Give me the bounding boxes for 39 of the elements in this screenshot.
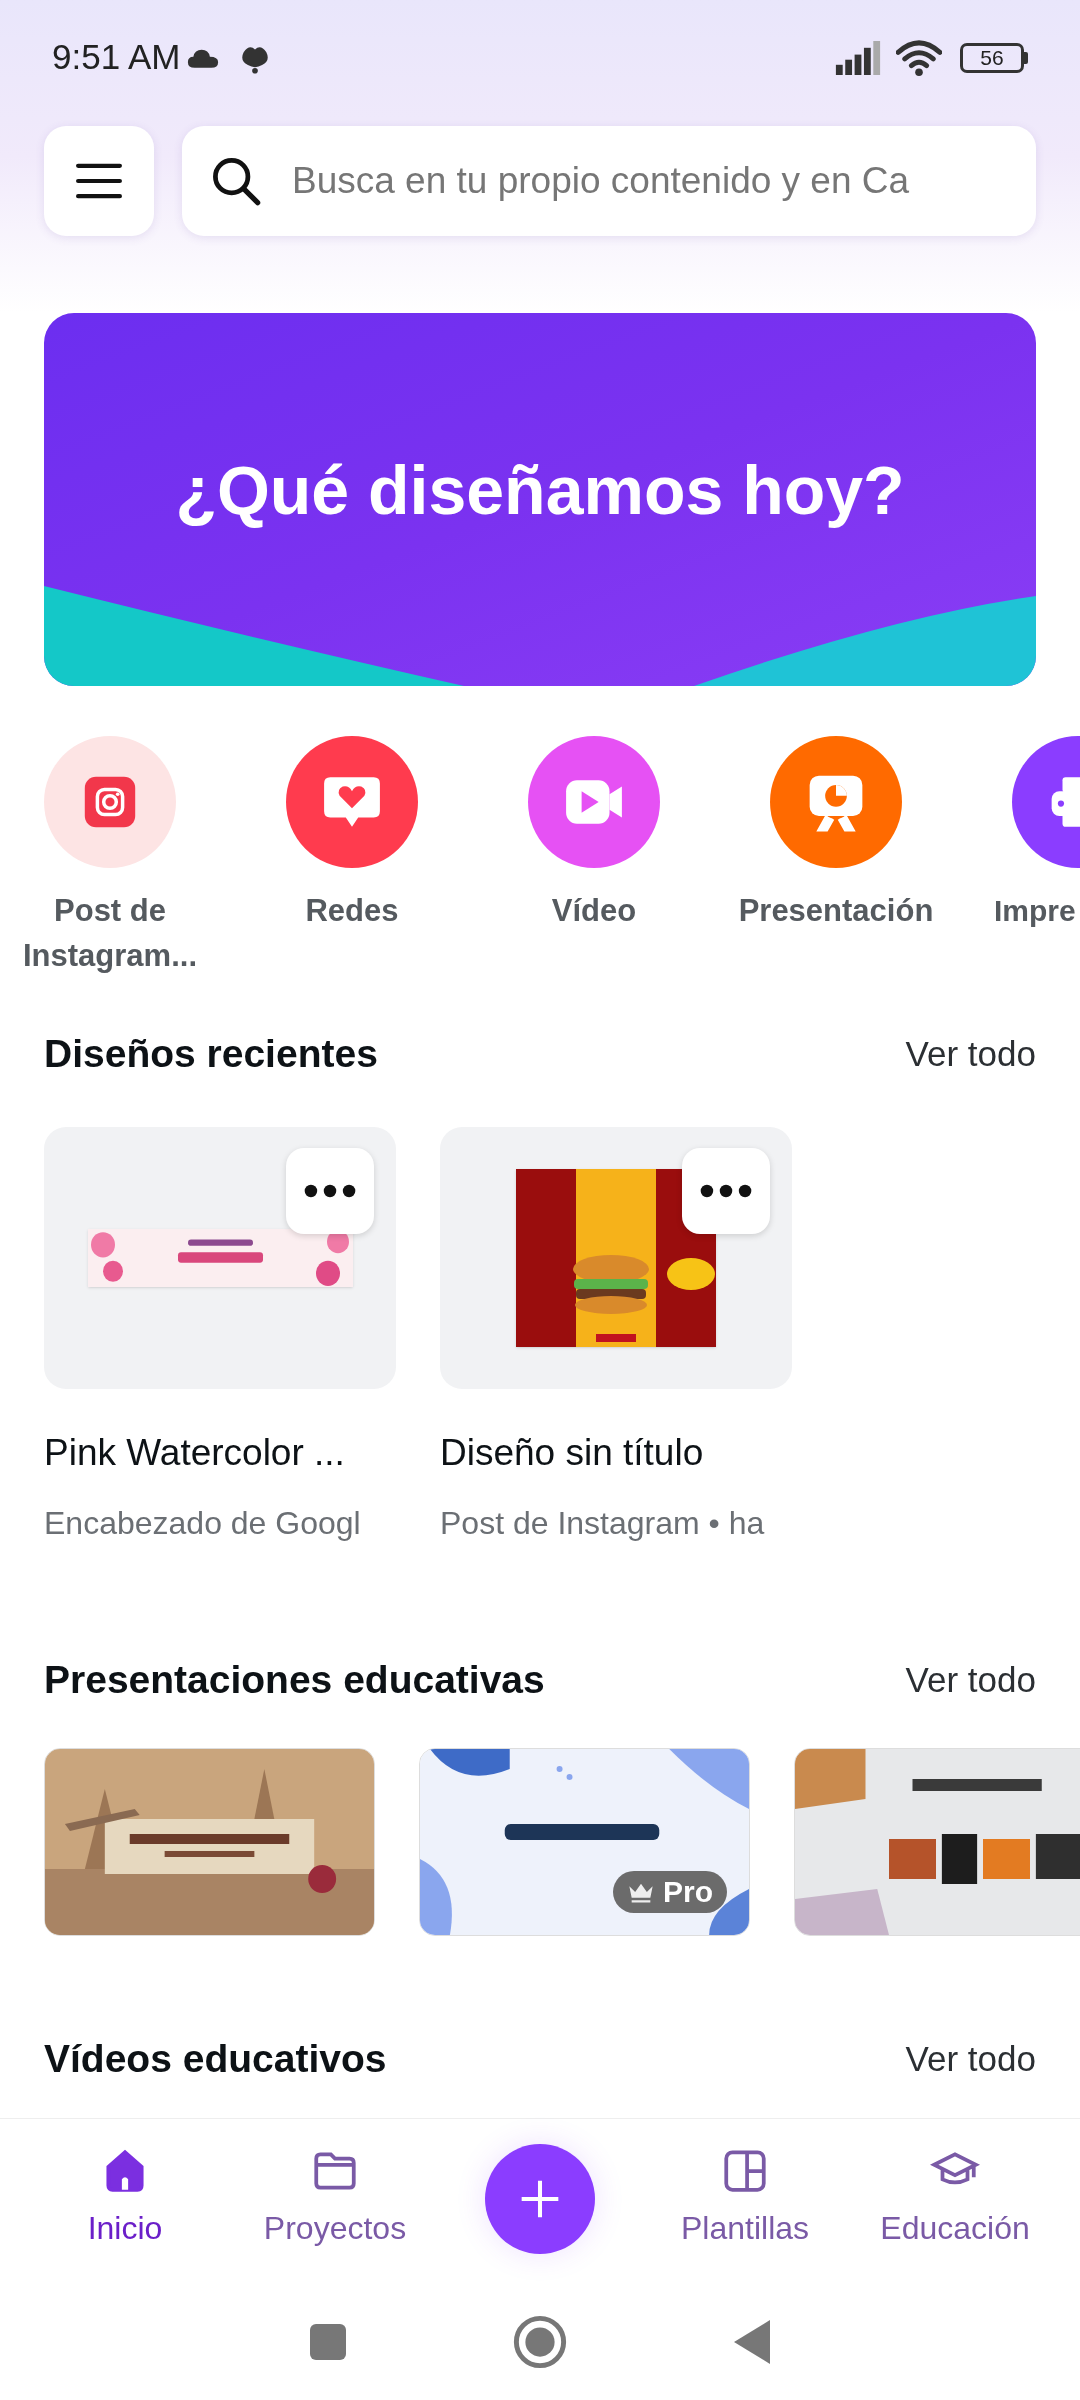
- home-button-icon[interactable]: [513, 2314, 567, 2369]
- recents-icon[interactable]: [308, 2321, 348, 2362]
- design-card[interactable]: [44, 1127, 396, 1389]
- nav-tab[interactable]: Inicio: [20, 2146, 230, 2252]
- category-label: Vídeo: [550, 892, 638, 930]
- nav-tab[interactable]: Plantillas: [640, 2146, 850, 2252]
- section-title: Presentaciones educativas: [44, 1656, 545, 1703]
- more-button[interactable]: [682, 1148, 770, 1234]
- category-label: Presentación: [737, 892, 935, 930]
- instagram-icon: [82, 774, 138, 830]
- category-label: Impre: [994, 893, 1076, 929]
- design-title: Diseño sin título: [440, 1431, 705, 1475]
- section-title: Vídeos educativos: [44, 2035, 387, 2082]
- design-card[interactable]: [440, 1127, 792, 1389]
- search-icon: [210, 155, 262, 207]
- wifi-icon: [896, 38, 942, 77]
- design-title: Pink Watercolor ...: [44, 1431, 346, 1475]
- banner-title: ¿Qué diseñamos hoy?: [175, 450, 905, 530]
- see-all-link[interactable]: Ver todo: [905, 1658, 1036, 1701]
- more-icon: [304, 1184, 356, 1198]
- more-button[interactable]: [286, 1148, 374, 1234]
- menu-icon: [76, 162, 122, 200]
- design-subtitle: Post de Instagram • ha: [440, 1503, 766, 1543]
- back-icon[interactable]: [732, 2317, 772, 2366]
- search-field[interactable]: Busca en tu propio contenido y en Ca: [182, 126, 1036, 236]
- nav-tab[interactable]: Educación: [850, 2146, 1060, 2252]
- design-subtitle: Encabezado de Googl: [44, 1503, 362, 1543]
- more-icon: [700, 1184, 752, 1198]
- hero-banner[interactable]: ¿Qué diseñamos hoy?: [44, 313, 1036, 686]
- battery-icon: 56: [960, 42, 1024, 73]
- menu-button[interactable]: [44, 126, 154, 236]
- status-time: 9:51 AM: [52, 36, 181, 79]
- signal-icon: [834, 40, 882, 75]
- section-title: Diseños recientes: [44, 1031, 378, 1077]
- category-label: Post de Instagram...: [22, 892, 198, 975]
- see-all-link[interactable]: Ver todo: [905, 2037, 1036, 2080]
- nav-tab[interactable]: Proyectos: [230, 2146, 440, 2252]
- category-label: Redes: [304, 892, 400, 930]
- see-all-link[interactable]: Ver todo: [905, 1033, 1036, 1075]
